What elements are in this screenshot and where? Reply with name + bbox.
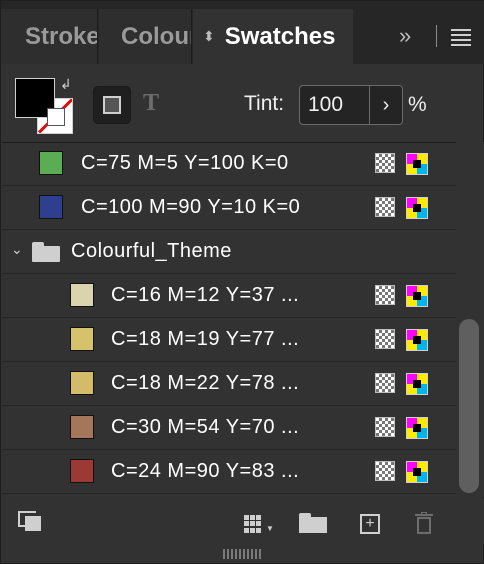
- new-colour-group-icon[interactable]: [299, 513, 327, 533]
- tab-stroke[interactable]: Stroke: [1, 9, 98, 64]
- swatch-name: C=18 M=22 Y=78 ...: [111, 372, 300, 394]
- process-colour-icon: [375, 285, 395, 305]
- swatches-panel: Stroke Colour ⬍ Swatches » ↲ T Tint: 100…: [0, 0, 484, 564]
- cmyk-mode-icon: [406, 373, 428, 395]
- chevron-down-icon[interactable]: ▼: [266, 524, 274, 533]
- cmyk-mode-icon: [406, 461, 428, 483]
- new-swatch-icon[interactable]: +: [360, 514, 380, 534]
- swap-fill-stroke-icon[interactable]: ↲: [60, 76, 72, 93]
- swatch-row[interactable]: C=75 M=5 Y=100 K=0: [2, 143, 456, 186]
- tab-colour[interactable]: Colour: [99, 9, 192, 64]
- swatch-color-chip: [70, 459, 94, 483]
- swatch-row[interactable]: C=30 M=54 Y=70 ...: [2, 407, 456, 450]
- process-colour-icon: [375, 373, 395, 393]
- swatch-name: C=16 M=12 Y=37 ...: [111, 284, 300, 306]
- cmyk-mode-icon: [406, 197, 428, 219]
- up-down-arrows-icon: ⬍: [203, 28, 215, 44]
- cmyk-mode-icon: [406, 329, 428, 351]
- colour-group-row[interactable]: ⌄ Colourful_Theme: [2, 231, 456, 274]
- swatch-name: C=75 M=5 Y=100 K=0: [81, 152, 289, 174]
- tab-divider: [436, 25, 437, 47]
- process-colour-icon: [375, 461, 395, 481]
- swatch-name: C=100 M=90 Y=10 K=0: [81, 196, 301, 218]
- swatch-color-chip: [70, 371, 94, 395]
- tint-label: Tint:: [244, 92, 285, 115]
- colour-group-name: Colourful_Theme: [71, 240, 232, 262]
- container-square-icon: [103, 96, 121, 114]
- swatch-color-chip: [39, 151, 63, 175]
- swatch-row[interactable]: C=100 M=90 Y=10 K=0: [2, 187, 456, 230]
- swatch-color-chip: [70, 283, 94, 307]
- import-swatches-icon[interactable]: [18, 511, 42, 531]
- swatch-name: C=24 M=90 Y=83 ...: [111, 460, 300, 482]
- tint-input[interactable]: 100: [299, 85, 370, 125]
- swatch-name: C=18 M=19 Y=77 ...: [111, 328, 300, 350]
- tint-stepper-button[interactable]: ›: [369, 85, 403, 125]
- process-colour-icon: [375, 329, 395, 349]
- process-colour-icon: [375, 417, 395, 437]
- tab-swatches[interactable]: ⬍ Swatches: [193, 9, 353, 64]
- cmyk-mode-icon: [406, 417, 428, 439]
- swatch-color-chip: [70, 415, 94, 439]
- tab-overflow-icon[interactable]: »: [399, 23, 411, 49]
- swatch-row[interactable]: C=16 M=12 Y=37 ...: [2, 275, 456, 318]
- cmyk-mode-icon: [406, 153, 428, 175]
- tab-stroke-label: Stroke: [25, 22, 98, 50]
- formatting-affects-text-button[interactable]: T: [143, 90, 159, 117]
- panel-footer: [2, 498, 484, 544]
- swatch-row[interactable]: C=24 M=90 Y=83 ...: [2, 451, 456, 494]
- chevron-down-icon[interactable]: ⌄: [11, 241, 23, 258]
- tint-unit: %: [408, 93, 427, 116]
- swatch-name: C=30 M=54 Y=70 ...: [111, 416, 300, 438]
- formatting-affects-container-button[interactable]: [93, 86, 131, 124]
- panel-menu-icon[interactable]: [451, 29, 471, 49]
- tab-bar: Stroke Colour ⬍ Swatches »: [1, 1, 484, 64]
- tab-colour-label: Colour: [121, 22, 192, 50]
- swatch-color-chip: [39, 195, 63, 219]
- folder-icon: [32, 242, 60, 262]
- swatch-row[interactable]: C=18 M=22 Y=78 ...: [2, 363, 456, 406]
- swatch-list: C=75 M=5 Y=100 K=0 C=100 M=90 Y=10 K=0 ⌄…: [2, 142, 456, 498]
- swatch-view-grid-icon[interactable]: [244, 515, 262, 533]
- scrollbar-thumb[interactable]: [459, 319, 479, 493]
- process-colour-icon: [375, 197, 395, 217]
- resize-grip[interactable]: [223, 549, 261, 559]
- cmyk-mode-icon: [406, 285, 428, 307]
- swatch-row[interactable]: C=18 M=19 Y=77 ...: [2, 319, 456, 362]
- trash-icon[interactable]: [415, 512, 433, 534]
- swatch-color-chip: [70, 327, 94, 351]
- process-colour-icon: [375, 153, 395, 173]
- tab-swatches-label: Swatches: [224, 22, 336, 50]
